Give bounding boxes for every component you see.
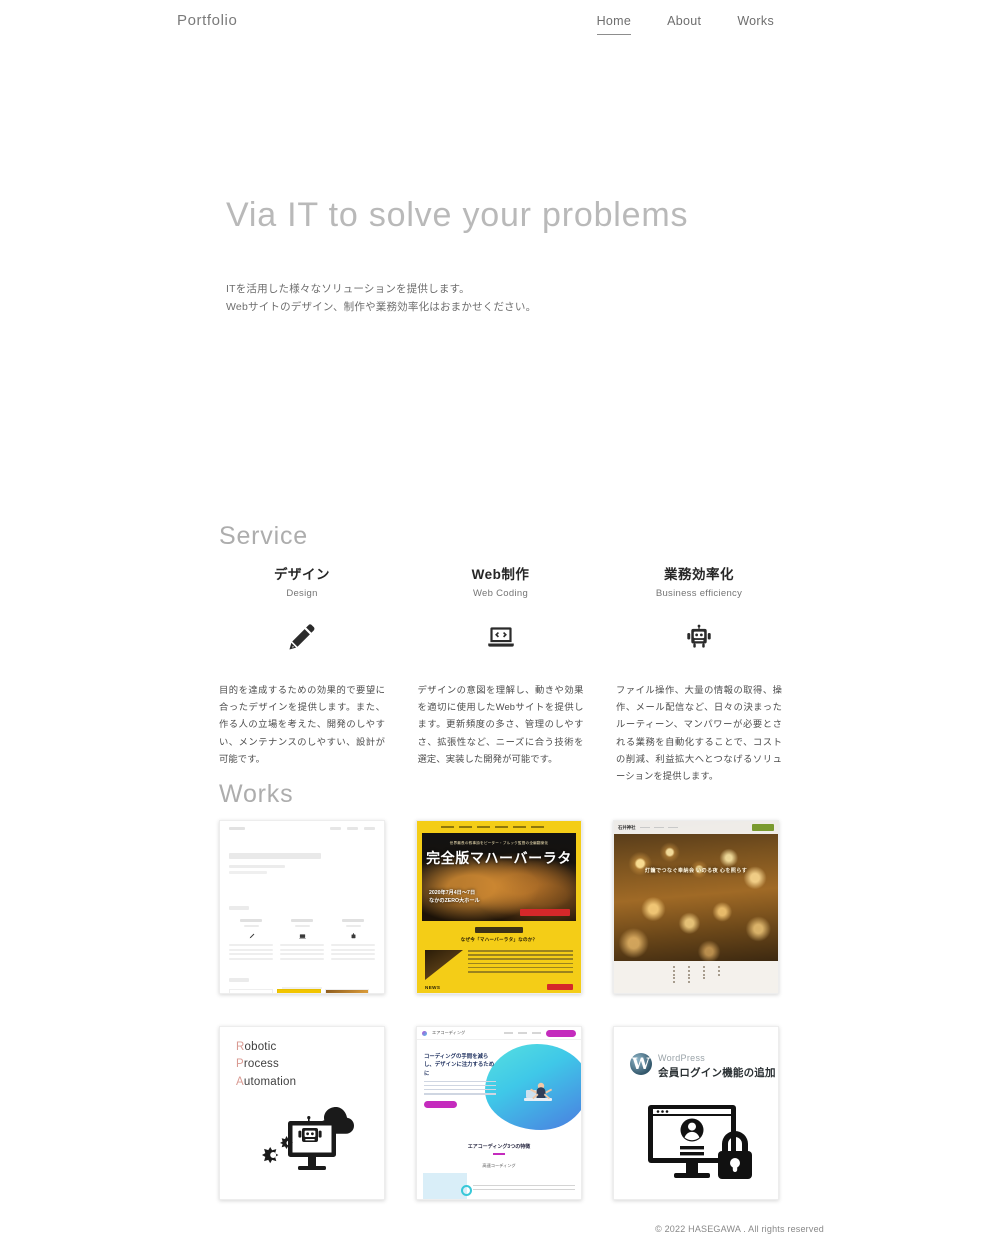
work-card-rpa[interactable]: Robotic Process Automation: [219, 1026, 385, 1200]
work-rpa-line-2: Process: [236, 1056, 384, 1073]
service-card-design: デザイン Design 目的を達成するための効果的で要望に合ったデザインを提供し…: [219, 563, 385, 785]
service-card-web-coding: Web制作 Web Coding デザインの意図を理解し、動きや効果を適切に使用…: [418, 563, 584, 785]
work-intro-badge: [475, 927, 523, 933]
laptop-code-icon: [418, 615, 584, 659]
site-header: Portfolio Home About Works: [0, 0, 1000, 42]
work-rpa-line-1: Robotic: [236, 1039, 384, 1056]
work-thumbnail-wordpress-login: W WordPress 会員ログイン機能の追加: [614, 1027, 778, 1199]
work-kicker: 世界最長の叙事詩をピーター・ブルック監督の全編翻案化: [449, 841, 549, 845]
service-grid: デザイン Design 目的を達成するための効果的で要望に合ったデザインを提供し…: [219, 563, 782, 785]
works-grid: 世界最長の叙事詩をピーター・ブルック監督の全編翻案化 完全版マハーバーラタ 20…: [219, 820, 783, 1200]
work-vertical-text-block: [614, 961, 778, 993]
work-section-underline: [493, 1153, 505, 1155]
hero-subtext: ITを活用した様々なソリューションを提供します。 Webサイトのデザイン、制作や…: [226, 280, 926, 317]
works-heading: Works: [219, 780, 294, 808]
service-heading: Service: [219, 522, 308, 550]
work-hero-figure: [521, 1079, 555, 1107]
work-card-lantern-festival[interactable]: 石井神社 灯籠でつなぐ奉納会 いのる夜 心を照らす: [613, 820, 779, 994]
site-footer: © 2022 HASEGAWA . All rights reserved: [655, 1224, 824, 1234]
main-nav: Home About Works: [596, 14, 774, 35]
work-rpa-accent-a: A: [236, 1075, 244, 1088]
work-news-label: NEWS: [425, 984, 441, 990]
work-rpa-rest-1: obotic: [244, 1041, 277, 1053]
work-card-mahabharata[interactable]: 世界最長の叙事詩をピーター・ブルック監督の全編翻案化 完全版マハーバーラタ 20…: [416, 820, 582, 994]
work-rpa-rest-2: rocess: [243, 1058, 279, 1071]
work-photo-triangle: [425, 950, 463, 980]
work-rpa-rest-3: utomation: [243, 1075, 297, 1088]
work-venue-line: なかのZERO大ホール: [429, 897, 480, 904]
work-lower-circle: [461, 1185, 472, 1196]
service-description: デザインの意図を理解し、動きや効果を適切に使用したWebサイトを提供します。更新…: [417, 685, 584, 764]
work-hero-cta-button: [424, 1100, 457, 1108]
nav-item-works[interactable]: Works: [737, 14, 774, 35]
work-hero-body: [424, 1080, 496, 1095]
work-title: 完全版マハーバーラタ: [426, 851, 572, 867]
service-title-en: Design: [286, 588, 318, 599]
work-thumbnail-rpa: Robotic Process Automation: [220, 1027, 384, 1199]
nav-item-home[interactable]: Home: [596, 14, 632, 35]
nav-item-about[interactable]: About: [667, 14, 701, 35]
work-body-text: [468, 950, 573, 980]
hero-title: Via IT to solve your problems: [226, 196, 689, 234]
work-headline: コーディングの手間を減らし、デザインに注力するために: [424, 1054, 495, 1077]
monitor-user-lock-icon: [642, 1101, 758, 1183]
work-thumbnail-air-coding: エアコーディング コーディングの手間を減らし、デザインに注力するために エアコー…: [417, 1027, 581, 1199]
work-thumbnail-portfolio-site: [220, 821, 384, 993]
wordpress-logo-icon: W: [630, 1053, 652, 1075]
work-brand-mark: [422, 1030, 427, 1036]
rpa-monitor-robot-cloud-gears-icon: [258, 1103, 370, 1181]
copyright-text: © 2022 HASEGAWA . All rights reserved: [655, 1224, 824, 1234]
work-rpa-line-3: Automation: [236, 1074, 384, 1091]
work-section-title: エアコーディング3つの特徴: [467, 1144, 531, 1150]
pen-nib-icon: [219, 615, 385, 659]
work-secondary-button: [547, 984, 573, 990]
service-title-en: Web Coding: [472, 588, 529, 599]
work-cta-button: [520, 909, 570, 916]
work-rpa-accent-p: P: [236, 1058, 244, 1071]
service-description: 目的を達成するための効果的で要望に合ったデザインを提供します。また、作る人の立場…: [219, 685, 385, 764]
work-brand: 石井神社: [618, 824, 636, 830]
work-date-line-1: 2020年7月4日〜7日: [429, 889, 476, 896]
work-thumbnail-mahabharata: 世界最長の叙事詩をピーター・ブルック監督の全編翻案化 完全版マハーバーラタ 20…: [417, 821, 581, 993]
work-lower-text: [473, 1184, 575, 1193]
work-card-air-coding[interactable]: エアコーディング コーディングの手間を減らし、デザインに注力するために エアコー…: [416, 1026, 582, 1200]
site-logo[interactable]: Portfolio: [177, 12, 237, 29]
work-nav-cta-button: [546, 1029, 576, 1037]
hero-section: Via IT to solve your problems ITを活用した様々な…: [226, 195, 926, 317]
work-section-subtitle: 高速コーディング: [482, 1162, 516, 1168]
work-brand: エアコーディング: [432, 1030, 466, 1035]
work-headline: 灯籠でつなぐ奉納会 いのる夜 心を照らす: [644, 868, 748, 874]
service-description: ファイル操作、大量の情報の取得、操作、メール配信など、日々の決まったルーティーン…: [616, 685, 782, 781]
work-thumbnail-lantern-festival: 石井神社 灯籠でつなぐ奉納会 いのる夜 心を照らす: [614, 821, 778, 993]
service-title-en: Business efficiency: [655, 588, 743, 599]
service-title-jp: 業務効率化: [664, 567, 734, 582]
work-card-portfolio-site[interactable]: [219, 820, 385, 994]
service-card-business-efficiency: 業務効率化 Business efficiency ファイル操作、大量の情報の取…: [616, 563, 782, 785]
hero-subtext-line-2: Webサイトのデザイン、制作や業務効率化はおまかせください。: [226, 301, 537, 314]
work-brand: WordPress: [658, 1053, 706, 1063]
work-cta-button: [752, 824, 774, 831]
hero-subtext-line-1: ITを活用した様々なソリューションを提供します。: [226, 282, 470, 295]
work-rpa-accent-r: R: [236, 1041, 245, 1053]
work-card-wordpress-login[interactable]: W WordPress 会員ログイン機能の追加: [613, 1026, 779, 1200]
work-title: 会員ログイン機能の追加: [658, 1067, 776, 1079]
service-title-jp: Web制作: [471, 567, 530, 582]
service-title-jp: デザイン: [274, 567, 330, 582]
robot-icon: [616, 615, 782, 659]
work-intro-question: なぜ今「マハーバーラタ」なのか？: [460, 937, 538, 942]
work-lower-image: [423, 1173, 467, 1199]
